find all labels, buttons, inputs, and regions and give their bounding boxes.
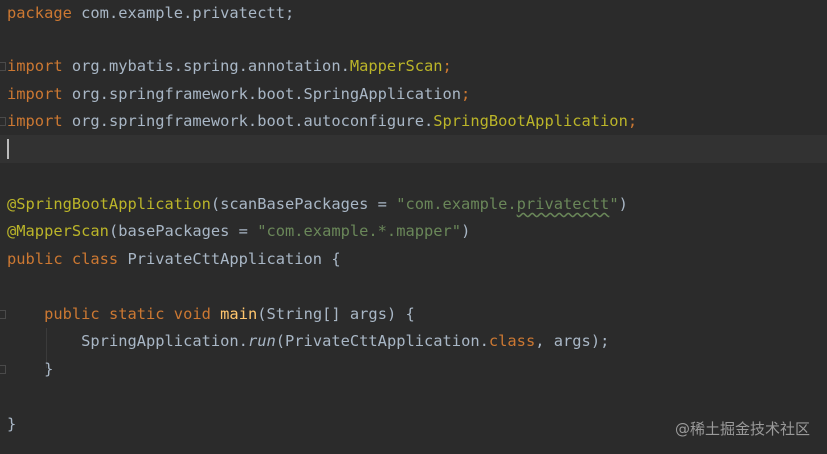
- call-args-end: , args);: [535, 332, 610, 350]
- static-method-call: run: [247, 332, 276, 350]
- code-line-run-call[interactable]: SpringApplication.run(PrivateCttApplicat…: [0, 328, 827, 356]
- paren: ): [618, 195, 628, 213]
- closing-brace: }: [7, 415, 17, 433]
- paren: ): [461, 222, 471, 240]
- code-line-current[interactable]: [0, 135, 827, 163]
- watermark: @稀土掘金技术社区: [674, 420, 810, 438]
- keyword: public static void: [44, 305, 211, 323]
- annotation-args: (basePackages =: [108, 222, 258, 240]
- code-line-import-springapplication[interactable]: import org.springframework.boot.SpringAp…: [0, 81, 827, 109]
- semicolon: ;: [461, 85, 471, 103]
- package-name: com.example.privatectt;: [71, 4, 295, 22]
- string-literal: "com.example.*.mapper": [257, 222, 462, 240]
- semicolon: ;: [627, 112, 638, 130]
- string-literal-typo: privatectt: [516, 195, 610, 213]
- keyword: import: [7, 112, 63, 130]
- class-declaration: PrivateCttApplication {: [118, 250, 341, 268]
- keyword: class: [488, 332, 536, 350]
- code-line-method-close[interactable]: }: [0, 356, 827, 384]
- class-name: SpringBootApplication: [433, 112, 628, 130]
- code-line-import-springbootapplication[interactable]: import org.springframework.boot.autoconf…: [0, 108, 827, 136]
- keyword: package: [7, 4, 72, 22]
- code-line-springbootapplication-annotation[interactable]: @SpringBootApplication(scanBasePackages …: [0, 191, 827, 219]
- keyword: import: [7, 85, 63, 103]
- code-line-package[interactable]: package com.example.privatectt;: [0, 0, 827, 28]
- method-name: main: [220, 305, 258, 323]
- import-path: org.mybatis.spring.annotation.: [62, 57, 350, 75]
- import-path: org.springframework.boot.autoconfigure.: [62, 112, 434, 130]
- import-path: org.springframework.boot.SpringApplicati…: [62, 85, 462, 103]
- keyword: public class: [7, 250, 119, 268]
- annotation: @MapperScan: [7, 222, 109, 240]
- string-literal: "com.example.: [396, 195, 517, 213]
- annotation: @SpringBootApplication: [7, 195, 211, 213]
- annotation-args: (scanBasePackages =: [210, 195, 397, 213]
- call-args: (PrivateCttApplication.: [275, 332, 489, 350]
- closing-brace: }: [7, 360, 54, 378]
- string-literal: ": [609, 195, 619, 213]
- method-params: (String[] args) {: [257, 305, 415, 323]
- text-caret: [7, 139, 9, 159]
- semicolon: ;: [442, 57, 452, 75]
- class-ref: SpringApplication.: [81, 332, 248, 350]
- code-line-mapperscan-annotation[interactable]: @MapperScan(basePackages = "com.example.…: [0, 218, 827, 246]
- code-line-import-mapperscan[interactable]: import org.mybatis.spring.annotation.Map…: [0, 53, 827, 81]
- code-editor[interactable]: package com.example.privatectt; import o…: [0, 0, 827, 454]
- code-line-main-method[interactable]: public static void main(String[] args) {: [0, 301, 827, 329]
- class-name: MapperScan: [349, 57, 443, 75]
- keyword: import: [7, 57, 63, 75]
- code-line-class-declaration[interactable]: public class PrivateCttApplication {: [0, 246, 827, 274]
